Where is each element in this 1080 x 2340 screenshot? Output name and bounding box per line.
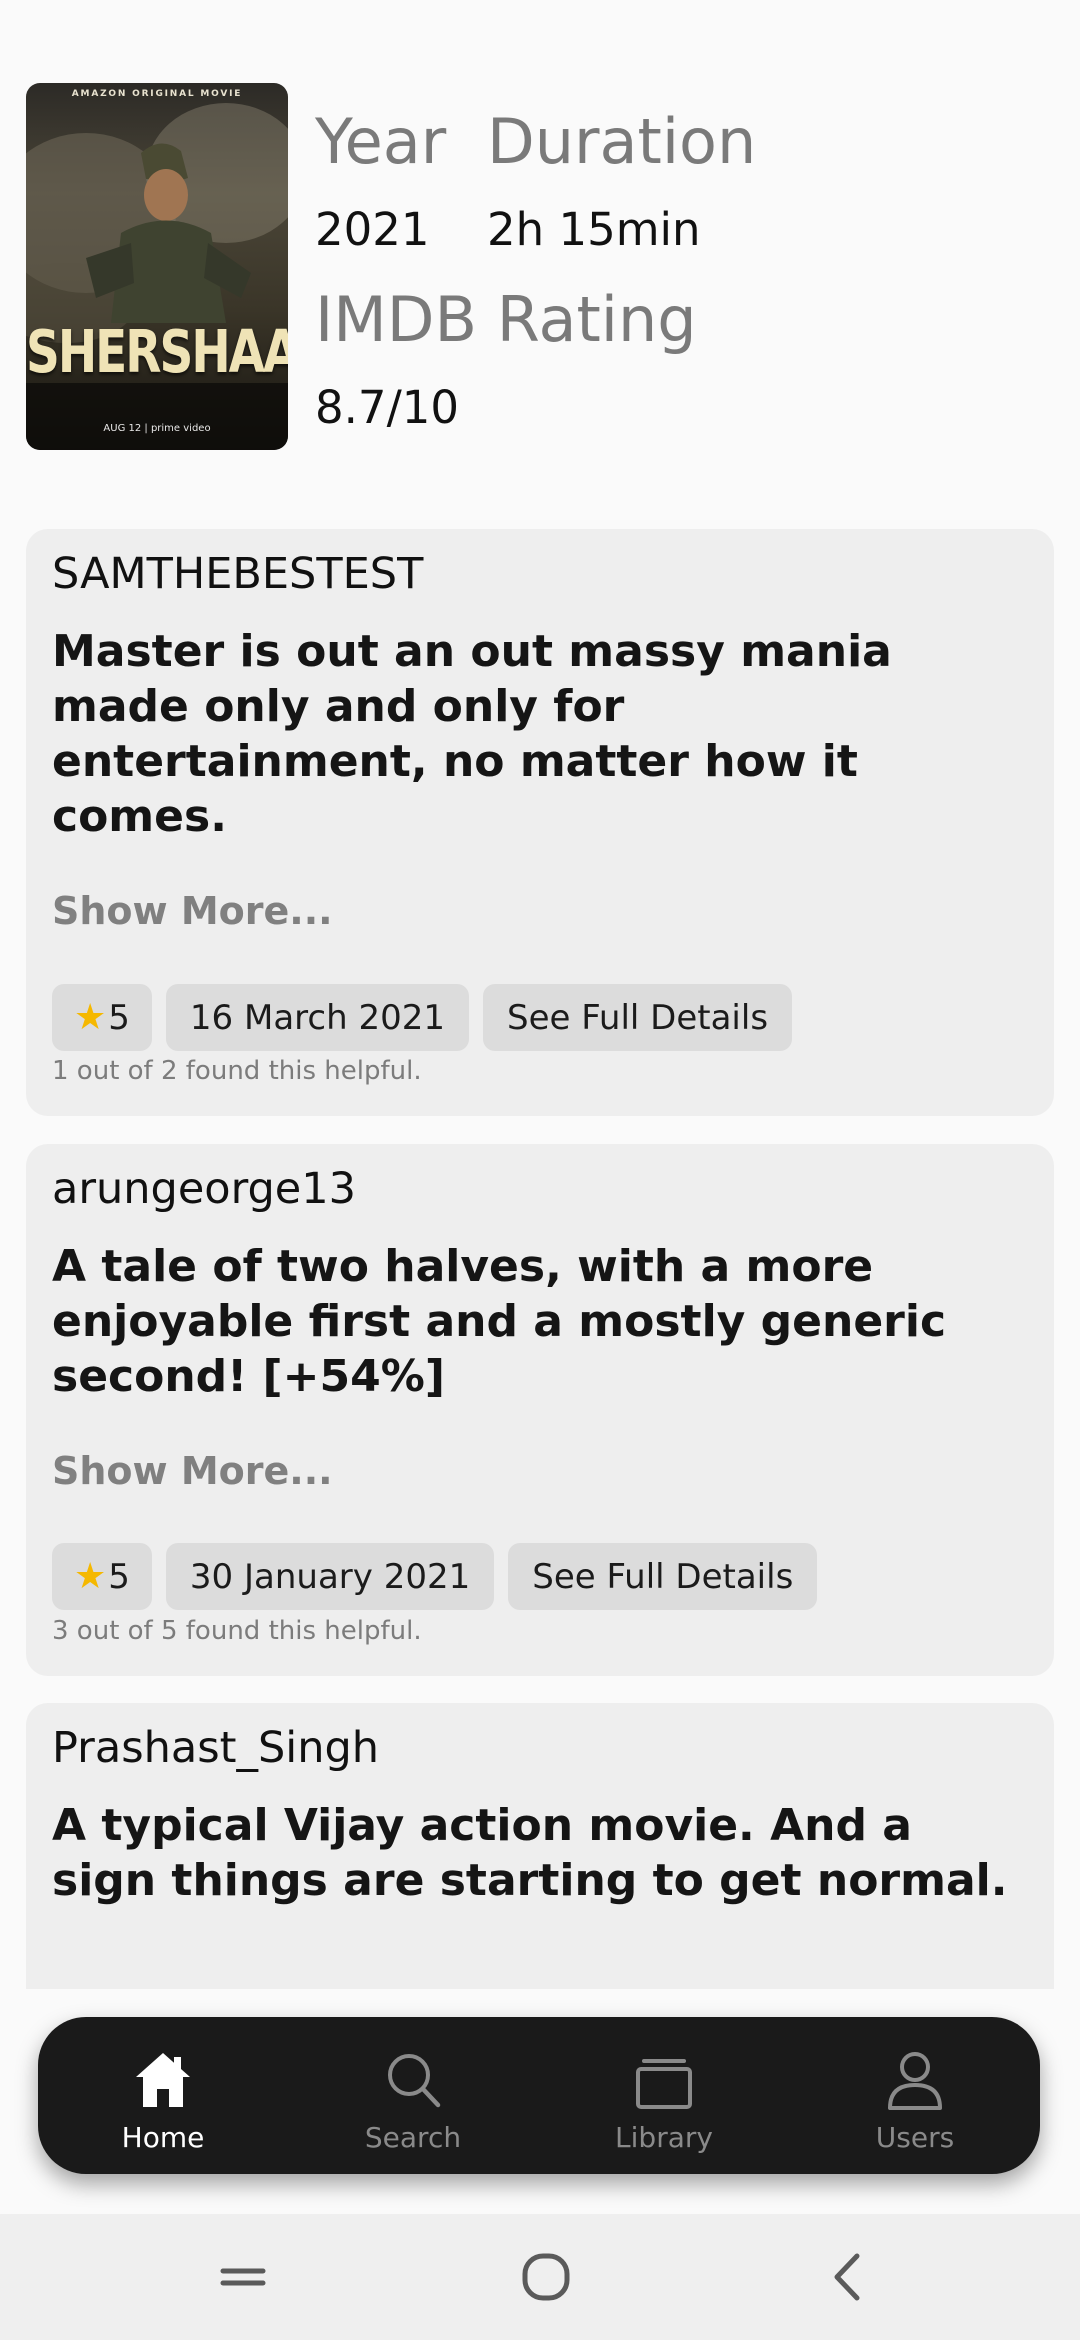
nav-search[interactable]: Search xyxy=(288,2017,538,2174)
home-icon xyxy=(136,2053,190,2107)
imdb-rating-value: 8.7/10 xyxy=(315,381,459,434)
nav-label: Home xyxy=(121,2121,205,2154)
nav-label: Users xyxy=(875,2121,955,2154)
star-icon: ★ xyxy=(74,997,107,1038)
recent-apps-icon[interactable] xyxy=(208,2242,278,2312)
review-text: Master is out an out massy mania made on… xyxy=(52,626,892,842)
rating-value: 5 xyxy=(108,997,130,1038)
poster-footer: AUG 12 | prime video xyxy=(103,423,211,434)
rating-value: 5 xyxy=(108,1556,130,1597)
nav-users[interactable]: Users xyxy=(790,2017,1040,2174)
date-chip: 16 March 2021 xyxy=(165,984,469,1051)
movie-poster[interactable]: AMAZON ORIGINAL MOVIE SHERSHAAH AUG 12 |… xyxy=(26,83,288,450)
rating-chip: ★ 5 xyxy=(52,1543,152,1610)
nav-label: Library xyxy=(615,2121,713,2154)
review-chips: ★ 5 16 March 2021 See Full Details xyxy=(52,984,793,1051)
library-icon xyxy=(636,2059,692,2109)
star-icon: ★ xyxy=(74,1556,107,1597)
helpful-count: 3 out of 5 found this helpful. xyxy=(52,1616,422,1646)
poster-title: SHERSHAAH xyxy=(26,318,288,387)
review-text: A tale of two halves, with a more enjoya… xyxy=(52,1241,947,1402)
review-text: A typical Vijay action movie. And a sign… xyxy=(52,1800,1008,1906)
show-more-link[interactable]: Show More... xyxy=(52,889,333,933)
rating-chip: ★ 5 xyxy=(52,984,152,1051)
see-full-details-button[interactable]: See Full Details xyxy=(508,1543,818,1610)
review-card: arungeorge13 A tale of two halves, with … xyxy=(26,1144,1054,1676)
review-card: Prashast_Singh A typical Vijay action mo… xyxy=(26,1703,1054,1989)
system-nav-bar xyxy=(0,2214,1080,2340)
nav-home[interactable]: Home xyxy=(38,2017,288,2174)
poster-art xyxy=(26,103,288,450)
helpful-count: 1 out of 2 found this helpful. xyxy=(52,1056,422,1086)
duration-value: 2h 15min xyxy=(487,203,701,256)
duration-label: Duration xyxy=(487,105,757,178)
search-icon xyxy=(388,2054,441,2108)
date-chip: 30 January 2021 xyxy=(165,1543,495,1610)
review-author: Prashast_Singh xyxy=(52,1723,380,1773)
show-more-link[interactable]: Show More... xyxy=(52,1449,333,1493)
review-card: SAMTHEBESTEST Master is out an out massy… xyxy=(26,529,1054,1116)
home-button-icon[interactable] xyxy=(511,2242,581,2312)
nav-label: Search xyxy=(364,2121,462,2154)
bottom-nav: Home Search Library Users xyxy=(38,2017,1040,2174)
movie-header: AMAZON ORIGINAL MOVIE SHERSHAAH AUG 12 |… xyxy=(26,83,1056,453)
year-value: 2021 xyxy=(315,203,430,256)
review-chips: ★ 5 30 January 2021 See Full Details xyxy=(52,1543,818,1610)
review-author: SAMTHEBESTEST xyxy=(52,549,424,599)
imdb-rating-label: IMDB Rating xyxy=(315,283,697,356)
year-label: Year xyxy=(315,105,447,178)
movie-reviews-screen: AMAZON ORIGINAL MOVIE SHERSHAAH AUG 12 |… xyxy=(0,0,1080,2340)
see-full-details-button[interactable]: See Full Details xyxy=(482,984,793,1051)
nav-library[interactable]: Library xyxy=(539,2017,789,2174)
review-author: arungeorge13 xyxy=(52,1164,356,1214)
user-icon xyxy=(888,2052,942,2110)
poster-top-text: AMAZON ORIGINAL MOVIE xyxy=(71,89,243,99)
back-icon[interactable] xyxy=(813,2242,883,2312)
movie-info: Year Duration 2021 2h 15min IMDB Rating … xyxy=(315,101,915,441)
